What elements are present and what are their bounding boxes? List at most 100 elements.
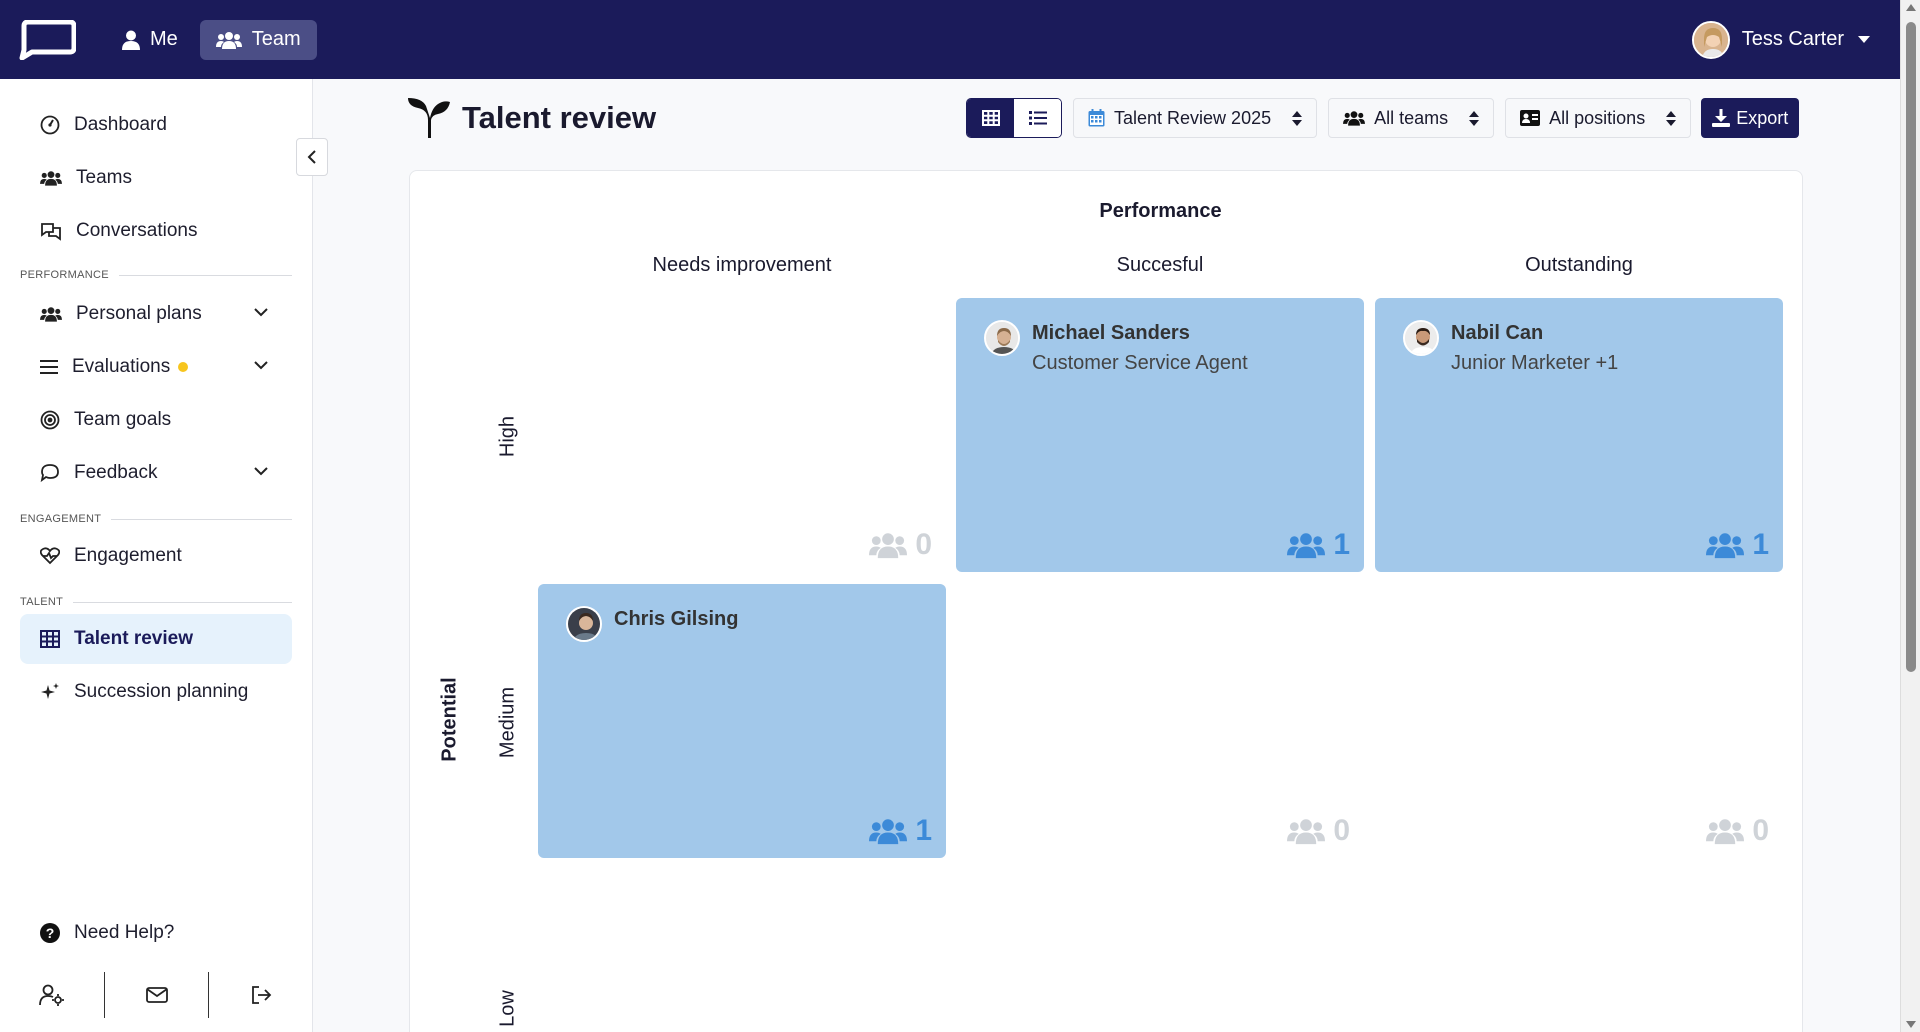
column-label-outstanding: Outstanding — [1525, 254, 1633, 276]
users-icon — [215, 31, 242, 49]
positions-select-value: All positions — [1549, 107, 1646, 128]
sidebar-item-label: Team goals — [74, 409, 172, 430]
person-card[interactable]: Michael Sanders Customer Service Agent — [984, 320, 1248, 380]
grid-cell-high-succesful[interactable]: Michael Sanders Customer Service Agent 1 — [956, 298, 1364, 572]
messages-button[interactable] — [105, 972, 209, 1018]
users-icon — [1287, 533, 1326, 559]
id-card-icon — [1520, 110, 1541, 126]
scroll-down-icon[interactable] — [1906, 1021, 1916, 1028]
conversations-icon — [41, 223, 61, 241]
chevron-down-icon[interactable] — [254, 466, 268, 476]
cell-count: 1 — [1706, 528, 1769, 562]
nav-team-label: Team — [251, 28, 301, 50]
grid-cell-medium-needs-improvement[interactable]: Chris Gilsing 1 — [538, 584, 946, 858]
grid-cell-medium-succesful[interactable]: 0 — [956, 584, 1364, 858]
column-label-succesful: Succesful — [1116, 254, 1204, 276]
positions-select[interactable]: All positions — [1505, 98, 1692, 138]
sort-icon — [1292, 110, 1303, 126]
row-label-high: High — [496, 415, 519, 458]
cell-count: 0 — [1287, 814, 1350, 848]
avatar — [1691, 20, 1730, 59]
top-bar: Me Team Tess Carter — [0, 0, 1900, 79]
cell-count: 1 — [1287, 528, 1350, 562]
person-name: Nabil Can — [1451, 322, 1544, 344]
grid-cell-high-outstanding[interactable]: Nabil Can Junior Marketer +1 1 — [1375, 298, 1783, 572]
person-name: Michael Sanders — [1032, 322, 1190, 344]
export-button[interactable]: Export — [1701, 98, 1800, 138]
list-icon — [1028, 111, 1047, 125]
user-settings-button[interactable] — [0, 972, 104, 1018]
avatar — [1403, 320, 1439, 356]
speech-bubble-icon — [40, 464, 59, 483]
help-icon: ? — [40, 923, 60, 943]
sidebar-item-feedback[interactable]: Feedback — [20, 448, 292, 498]
app-logo[interactable] — [18, 19, 76, 61]
sidebar-item-label: Feedback — [74, 462, 158, 483]
users-icon — [1706, 533, 1745, 559]
users-icon — [869, 819, 908, 845]
nav-team[interactable]: Team — [199, 19, 317, 60]
users-icon — [40, 171, 62, 186]
list-icon — [40, 360, 58, 374]
avatar — [984, 320, 1020, 356]
collapse-sidebar-button[interactable] — [296, 138, 328, 176]
nav-me-label: Me — [150, 28, 178, 50]
sidebar-item-engagement[interactable]: Engagement — [20, 531, 292, 581]
user-name: Tess Carter — [1741, 28, 1844, 50]
target-icon — [40, 410, 60, 430]
cell-count: 1 — [869, 814, 932, 848]
sidebar-item-label: Succession planning — [74, 681, 249, 702]
sort-icon — [1666, 110, 1677, 126]
envelope-icon — [145, 987, 168, 1003]
svg-text:?: ? — [46, 925, 55, 941]
calendar-icon — [1088, 109, 1105, 127]
chevron-down-icon[interactable] — [254, 360, 268, 370]
teams-select-value: All teams — [1374, 107, 1449, 128]
user-icon — [122, 30, 140, 50]
sidebar-item-dashboard[interactable]: Dashboard — [20, 100, 292, 150]
sidebar-item-conversations[interactable]: Conversations — [20, 206, 292, 256]
sidebar-item-talent-review[interactable]: Talent review — [20, 614, 292, 664]
sidebar-item-teams[interactable]: Teams — [20, 153, 292, 203]
row-label-medium: Medium — [496, 686, 519, 759]
cycle-select-value: Talent Review 2025 — [1114, 107, 1272, 128]
sidebar-item-label: Dashboard — [74, 114, 167, 135]
sidebar-item-evaluations[interactable]: Evaluations — [20, 342, 292, 392]
sidebar-footer — [0, 965, 313, 1025]
sidebar-item-label: Evaluations — [72, 356, 171, 377]
chevron-left-icon — [307, 150, 316, 164]
performance-axis-title: Performance — [1099, 200, 1222, 222]
teams-select[interactable]: All teams — [1328, 98, 1495, 138]
logout-button[interactable] — [209, 972, 313, 1018]
page-scrollbar[interactable] — [1900, 0, 1920, 1032]
view-toggle — [966, 98, 1062, 138]
sidebar-item-team-goals[interactable]: Team goals — [20, 395, 292, 445]
heart-pulse-icon — [40, 547, 60, 565]
user-menu[interactable]: Tess Carter — [1691, 20, 1870, 59]
grid-cell-medium-outstanding[interactable]: 0 — [1375, 584, 1783, 858]
page-title: Talent review — [408, 98, 656, 138]
toolbar: Talent Review 2025 All teams All positio… — [966, 98, 1800, 138]
page-title-text: Talent review — [462, 100, 657, 135]
scrollbar-thumb[interactable] — [1906, 22, 1916, 672]
sidebar-item-label: Conversations — [76, 220, 198, 241]
nav-me[interactable]: Me — [106, 20, 194, 60]
potential-axis-title: Potential — [438, 677, 461, 762]
grid-view-button[interactable] — [967, 99, 1014, 137]
top-nav: Me Team — [106, 19, 317, 60]
person-card[interactable]: Nabil Can Junior Marketer +1 — [1403, 320, 1618, 380]
sidebar-item-personal-plans[interactable]: Personal plans — [20, 289, 292, 339]
person-card[interactable]: Chris Gilsing — [566, 606, 738, 642]
cell-count: 0 — [1706, 814, 1769, 848]
sidebar-item-succession-planning[interactable]: Succession planning — [20, 667, 292, 717]
cycle-select[interactable]: Talent Review 2025 — [1073, 98, 1318, 138]
users-icon — [1706, 819, 1745, 845]
column-label-needs-improvement: Needs improvement — [652, 254, 832, 276]
person-role: Customer Service Agent — [1032, 352, 1248, 374]
scroll-up-icon[interactable] — [1906, 4, 1916, 11]
users-icon — [40, 307, 62, 322]
sidebar-item-need-help[interactable]: ? Need Help? — [20, 908, 292, 958]
grid-cell-high-needs-improvement[interactable]: 0 — [538, 298, 946, 572]
list-view-button[interactable] — [1014, 99, 1061, 137]
chevron-down-icon[interactable] — [254, 307, 268, 317]
